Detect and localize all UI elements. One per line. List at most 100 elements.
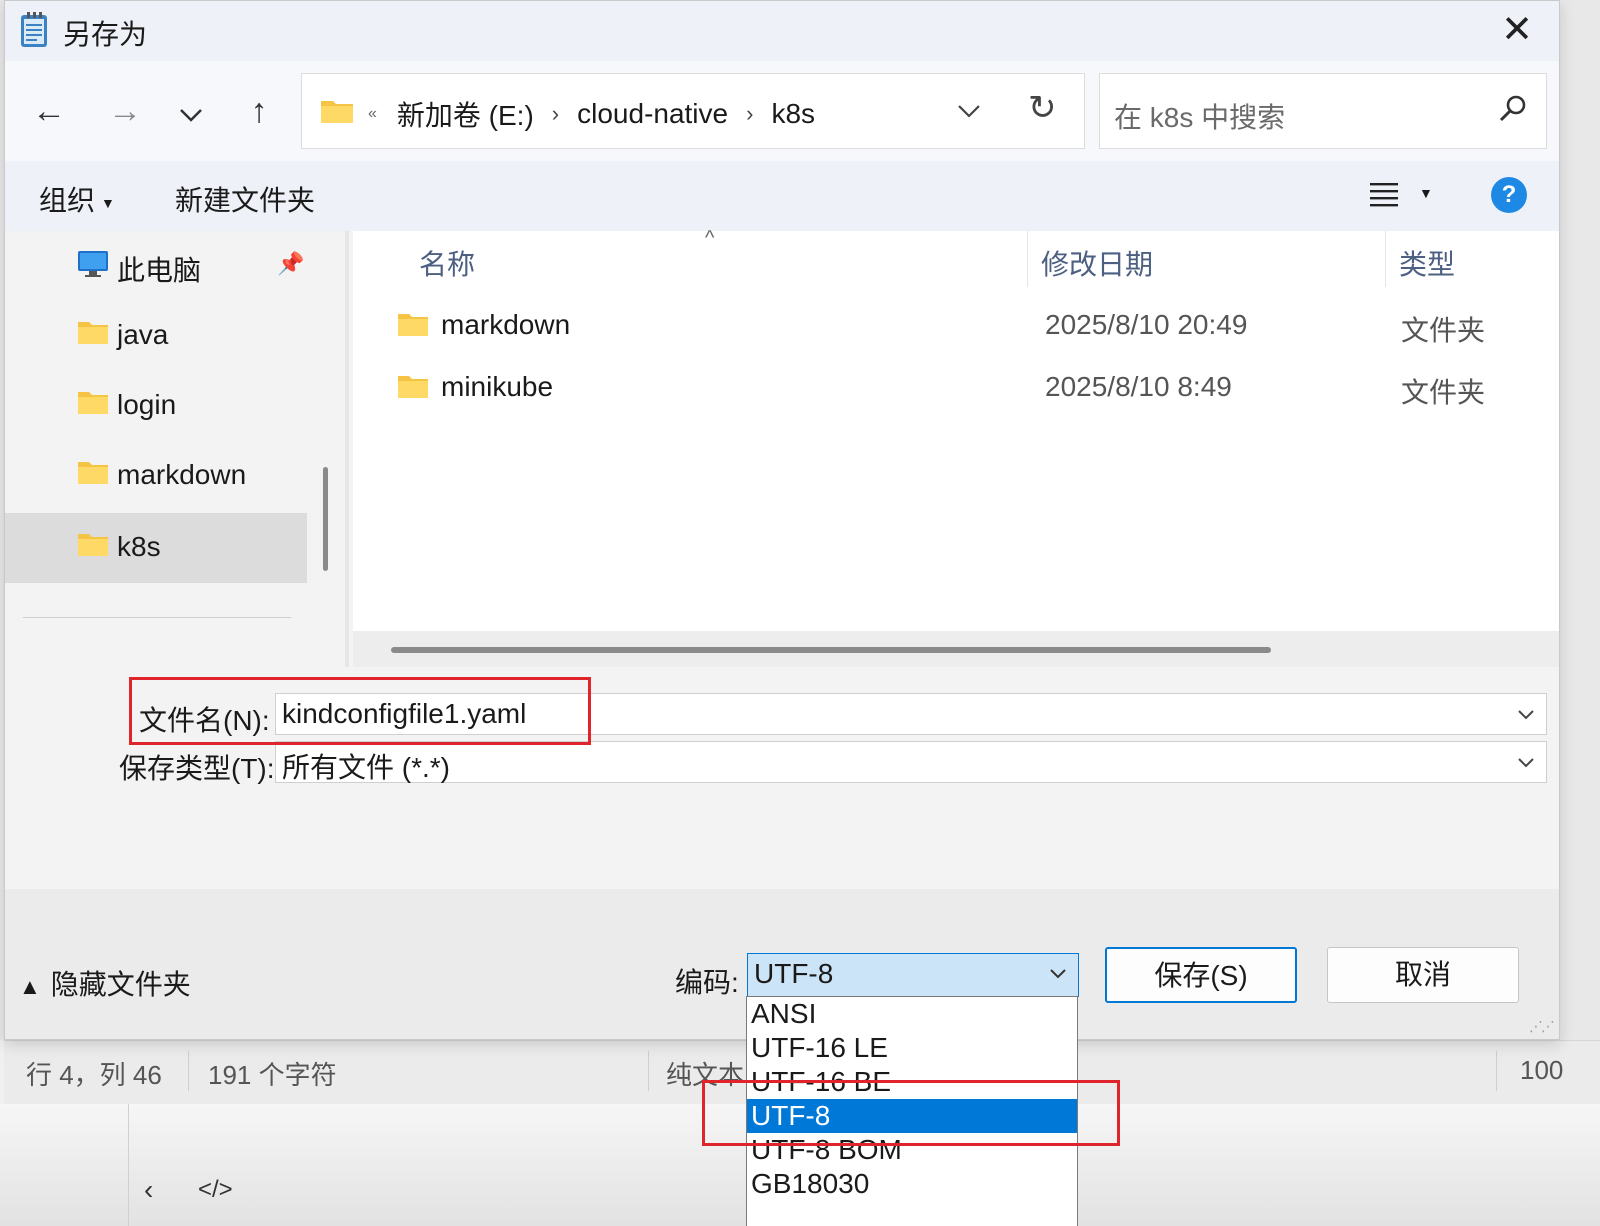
folder-icon — [321, 101, 353, 123]
caret-down-icon: ▼ — [101, 194, 115, 211]
breadcrumb-k8s[interactable]: k8s — [771, 98, 815, 130]
folder-icon — [78, 462, 108, 484]
hide-folders-toggle[interactable]: ▲ 隐藏文件夹 — [19, 963, 191, 1003]
filetype-value: 所有文件 (*.*) — [282, 752, 451, 783]
address-dropdown-icon[interactable] — [956, 92, 982, 132]
encoding-option[interactable]: UTF-16 LE — [747, 1031, 1077, 1065]
folder-icon — [78, 392, 108, 414]
refresh-icon[interactable]: ↻ — [1028, 88, 1057, 128]
file-list: 名称 修改日期 类型 markdown 2025/8/10 20:49 文件夹 … — [353, 231, 1559, 631]
encoding-option[interactable]: GB18030 — [747, 1167, 1077, 1201]
sidebar-item-login[interactable]: login — [5, 371, 307, 441]
column-divider[interactable] — [1385, 231, 1386, 287]
filetype-label: 保存类型(T): — [119, 753, 275, 784]
dialog-title: 另存为 — [63, 19, 148, 50]
breadcrumb-drive[interactable]: 新加卷 (E:) — [397, 94, 534, 134]
file-name: minikube — [441, 371, 554, 402]
char-count: 191 个字符 — [208, 1060, 337, 1090]
recent-locations-button[interactable] — [167, 87, 215, 135]
search-box[interactable]: 在 k8s 中搜索 — [1099, 73, 1547, 149]
filename-highlight-box — [129, 677, 591, 745]
zoom-level: 100 — [1520, 1055, 1564, 1085]
filetype-select[interactable]: 所有文件 (*.*) — [275, 741, 1547, 783]
arrow-right-icon: → — [108, 92, 142, 130]
status-divider — [188, 1051, 189, 1091]
navigation-pane: 此电脑 📌 java login markdown k8s — [5, 231, 313, 667]
encoding-label: 编码: — [675, 967, 739, 998]
encoding-highlight-box — [702, 1080, 1120, 1146]
hide-folders-label: 隐藏文件夹 — [50, 969, 191, 1000]
file-type: 文件夹 — [1401, 315, 1486, 346]
sidebar-item-markdown[interactable]: markdown — [5, 441, 307, 511]
help-icon: ? — [1501, 181, 1517, 208]
encoding-select[interactable]: UTF-8 — [747, 953, 1079, 997]
arrow-up-icon: ↑ — [250, 92, 268, 130]
folder-icon — [398, 376, 428, 398]
file-date: 2025/8/10 8:49 — [1045, 371, 1232, 402]
chevron-down-icon — [1050, 969, 1066, 979]
file-row[interactable]: minikube 2025/8/10 8:49 文件夹 — [353, 359, 1559, 419]
code-icon[interactable]: </> — [198, 1176, 233, 1204]
notepad-icon — [21, 12, 47, 47]
back-button[interactable]: ← — [25, 87, 73, 135]
chevron-down-icon[interactable] — [1516, 748, 1536, 778]
help-button[interactable]: ? — [1491, 177, 1527, 213]
background-divider — [128, 1104, 129, 1226]
sidebar-divider — [23, 617, 291, 618]
file-row[interactable]: markdown 2025/8/10 20:49 文件夹 — [353, 297, 1559, 357]
close-button[interactable]: ✕ — [1493, 7, 1541, 53]
command-bar: 组织 ▼ 新建文件夹 ▼ ? — [5, 161, 1559, 231]
sidebar-item-k8s[interactable]: k8s — [5, 513, 307, 583]
sidebar-item-label: java — [117, 319, 169, 350]
caret-up-icon: ▲ — [19, 974, 41, 999]
resize-grip-icon[interactable]: ⋰⋰ — [1529, 1018, 1555, 1035]
sidebar-scrollbar[interactable] — [323, 467, 328, 571]
chevron-down-icon[interactable] — [1516, 700, 1536, 730]
column-header-type[interactable]: 类型 — [1399, 243, 1455, 283]
file-date: 2025/8/10 20:49 — [1045, 309, 1248, 340]
organize-label: 组织 — [39, 185, 96, 216]
pane-splitter[interactable] — [345, 231, 349, 667]
sidebar-item-this-pc[interactable]: 此电脑 📌 — [5, 231, 307, 301]
view-list-icon[interactable] — [1369, 181, 1399, 207]
column-divider[interactable] — [1027, 231, 1028, 287]
folder-icon — [78, 534, 108, 556]
organize-menu[interactable]: 组织 ▼ — [39, 179, 115, 219]
status-divider — [1496, 1051, 1497, 1091]
sidebar-item-label: k8s — [117, 531, 161, 562]
file-type: 文件夹 — [1401, 377, 1486, 408]
search-placeholder: 在 k8s 中搜索 — [1114, 102, 1286, 133]
sidebar-item-label: login — [117, 389, 177, 420]
overflow-chevron-icon[interactable]: « — [368, 105, 377, 123]
save-button[interactable]: 保存(S) — [1105, 947, 1297, 1003]
chevron-left-icon[interactable]: ‹ — [144, 1174, 153, 1206]
arrow-left-icon: ← — [32, 92, 66, 130]
sidebar-item-label: 此电脑 — [117, 255, 202, 286]
folder-icon — [78, 322, 108, 344]
column-header-name[interactable]: 名称 — [419, 243, 475, 283]
address-bar[interactable]: « 新加卷 (E:) › cloud-native › k8s ↻ — [301, 73, 1085, 149]
horizontal-scrollbar-thumb[interactable] — [391, 647, 1271, 653]
encoding-value: UTF-8 — [754, 958, 834, 989]
new-folder-button[interactable]: 新建文件夹 — [175, 179, 315, 219]
up-button[interactable]: ↑ — [235, 87, 283, 135]
folder-icon — [398, 314, 428, 336]
sidebar-item-java[interactable]: java — [5, 301, 307, 371]
chevron-down-icon — [180, 109, 202, 122]
chevron-right-icon[interactable]: › — [746, 101, 753, 127]
file-name: markdown — [441, 309, 571, 340]
computer-icon — [78, 251, 108, 277]
breadcrumb-cloud-native[interactable]: cloud-native — [577, 98, 728, 130]
chevron-right-icon[interactable]: › — [552, 101, 559, 127]
column-header-date[interactable]: 修改日期 — [1041, 243, 1153, 283]
cancel-button[interactable]: 取消 — [1327, 947, 1519, 1003]
breadcrumb: « 新加卷 (E:) › cloud-native › k8s — [368, 94, 815, 134]
forward-button[interactable]: → — [101, 87, 149, 135]
cursor-position: 行 4，列 46 — [26, 1060, 162, 1090]
pin-icon[interactable]: 📌 — [277, 251, 304, 277]
status-divider — [648, 1051, 649, 1091]
search-icon[interactable] — [1496, 92, 1530, 126]
encoding-option[interactable]: ANSI — [747, 997, 1077, 1031]
sort-ascending-icon: ^ — [705, 227, 715, 249]
view-caret-icon[interactable]: ▼ — [1419, 185, 1433, 201]
